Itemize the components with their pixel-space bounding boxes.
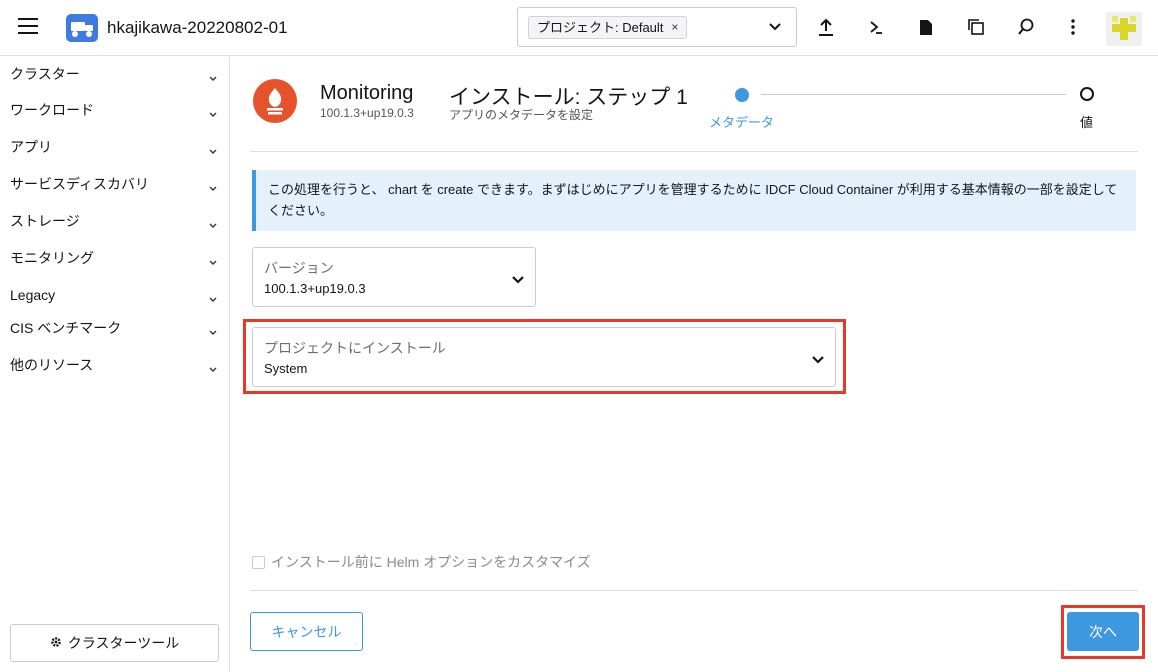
sidebar-item-storage[interactable]: ストレージ (0, 206, 229, 236)
search-icon[interactable] (1015, 16, 1037, 38)
sidebar-item-label: サービスディスカバリ (10, 176, 150, 192)
chevron-down-icon (209, 142, 217, 158)
helm-options-checkbox-row[interactable]: インストール前に Helm オプションをカスタマイズ (252, 552, 591, 572)
sidebar-item-service-discovery[interactable]: サービスディスカバリ (0, 169, 229, 199)
chevron-down-icon (511, 272, 525, 290)
cancel-button[interactable]: キャンセル (250, 612, 363, 651)
project-namespace-select[interactable]: プロジェクト: Default × (517, 7, 797, 47)
chevron-down-icon (209, 105, 217, 121)
gear-icon (50, 635, 62, 651)
app-name: Monitoring (320, 82, 414, 104)
chevron-down-icon[interactable] (768, 19, 782, 37)
step-label-metadata[interactable]: メタデータ (709, 112, 774, 131)
app-version: 100.1.3+up19.0.3 (320, 106, 414, 120)
chevron-down-icon (209, 323, 217, 339)
install-project-select[interactable]: プロジェクトにインストール System (252, 327, 836, 387)
step-indicator-inactive[interactable] (1080, 87, 1094, 101)
sidebar-item-label: ワークロード (10, 102, 94, 118)
sidebar-item-label: Legacy (10, 287, 56, 303)
step-label-values[interactable]: 値 (1080, 112, 1093, 131)
helm-options-label: インストール前に Helm オプションをカスタマイズ (271, 554, 591, 570)
sidebar-item-other-resources[interactable]: 他のリソース (0, 350, 229, 380)
project-chip: プロジェクト: Default × (528, 16, 688, 39)
chevron-down-icon (209, 253, 217, 269)
terminal-icon[interactable] (865, 16, 887, 38)
sidebar-item-label: ストレージ (10, 213, 80, 229)
file-icon[interactable] (915, 16, 937, 38)
next-button[interactable]: 次へ (1067, 612, 1139, 651)
cluster-name: hkajikawa-20220802-01 (107, 18, 288, 37)
chevron-down-icon (209, 290, 217, 306)
sidebar-item-apps[interactable]: アプリ (0, 132, 229, 162)
sidebar-item-label: CIS ベンチマーク (10, 320, 122, 336)
helm-options-checkbox[interactable] (252, 555, 265, 569)
install-project-value: System (264, 361, 308, 376)
version-label: バージョン (264, 260, 334, 276)
chevron-down-icon (209, 179, 217, 195)
sidebar-item-label: クラスター (10, 66, 80, 82)
sidebar-item-cis-benchmark[interactable]: CIS ベンチマーク (0, 313, 229, 343)
upload-icon[interactable] (815, 16, 837, 38)
project-chip-label: プロジェクト: Default (537, 20, 664, 35)
divider (250, 590, 1138, 591)
user-avatar[interactable] (1106, 12, 1142, 46)
chevron-down-icon (811, 352, 825, 370)
version-select[interactable]: バージョン 100.1.3+up19.0.3 (252, 247, 536, 307)
step-connector (761, 94, 1066, 95)
step-indicator-active[interactable] (735, 88, 749, 102)
copy-icon[interactable] (965, 16, 987, 38)
page-subtitle: アプリのメタデータを設定 (449, 108, 594, 122)
sidebar-item-label: アプリ (10, 139, 52, 155)
chevron-down-icon (209, 216, 217, 232)
sidebar-item-legacy[interactable]: Legacy (0, 280, 229, 310)
version-value: 100.1.3+up19.0.3 (264, 281, 366, 296)
main-content: Monitoring 100.1.3+up19.0.3 インストール: ステップ… (231, 57, 1158, 672)
cluster-tools-label: クラスターツール (67, 635, 180, 651)
chevron-down-icon (209, 360, 217, 376)
more-vert-icon[interactable] (1062, 16, 1084, 38)
install-project-label: プロジェクトにインストール (264, 340, 446, 356)
cluster-icon (66, 14, 98, 42)
divider (250, 151, 1138, 152)
sidebar-item-workload[interactable]: ワークロード (0, 95, 229, 125)
sidebar: クラスター ワークロード アプリ サービスディスカバリ ストレージ モニタリング… (0, 57, 230, 672)
chevron-down-icon (209, 69, 217, 85)
top-header: hkajikawa-20220802-01 プロジェクト: Default × (0, 0, 1158, 56)
close-icon[interactable]: × (671, 17, 678, 38)
menu-icon[interactable] (18, 18, 38, 36)
info-banner: この処理を行うと、 chart を create できます。まずはじめにアプリを… (252, 170, 1136, 231)
prometheus-icon (253, 79, 297, 123)
sidebar-item-label: 他のリソース (10, 357, 94, 373)
sidebar-item-label: モニタリング (10, 250, 94, 266)
sidebar-item-cluster[interactable]: クラスター (0, 59, 229, 89)
info-banner-text: この処理を行うと、 chart を create できます。まずはじめにアプリを… (268, 182, 1118, 218)
sidebar-item-monitoring[interactable]: モニタリング (0, 243, 229, 273)
cluster-tools-button[interactable]: クラスターツール (10, 624, 219, 662)
